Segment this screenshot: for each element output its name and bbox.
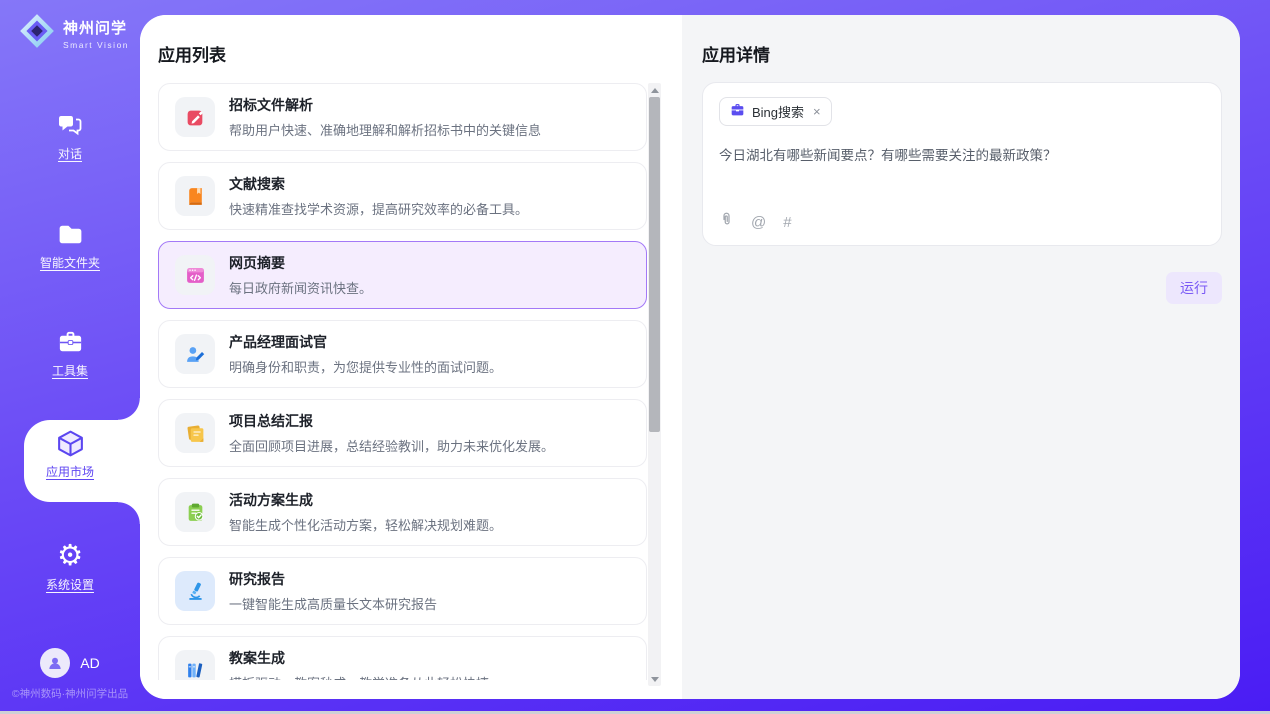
app-list-item-research-report[interactable]: 研究报告 一键智能生成高质量长文本研究报告: [158, 557, 647, 625]
edit-document-icon: [175, 97, 215, 137]
app-name: 活动方案生成: [229, 490, 502, 510]
app-list-item-web-summary[interactable]: 网页摘要 每日政府新闻资讯快查。: [158, 241, 647, 309]
app-desc: 全面回顾项目进展，总结经验教训，助力未来优化发展。: [229, 436, 554, 455]
sidebar-item-app-market[interactable]: 应用市场: [0, 428, 140, 480]
prompt-card: Bing搜索 × 今日湖北有哪些新闻要点？有哪些需要关注的最新政策？ @ #: [702, 82, 1222, 246]
app-desc: 快速精准查找学术资源，提高研究效率的必备工具。: [229, 199, 528, 218]
brand-name: 神州问学: [63, 17, 129, 38]
web-code-icon: [175, 255, 215, 295]
briefcase-icon: [730, 102, 745, 122]
folder-icon: [0, 219, 140, 249]
app-list-item-pm-interviewer[interactable]: 产品经理面试官 明确身份和职责，为您提供专业性的面试问题。: [158, 320, 647, 388]
user-avatar-icon: [40, 648, 70, 678]
app-list-item-activity-plan[interactable]: 活动方案生成 智能生成个性化活动方案，轻松解决规划难题。: [158, 478, 647, 546]
sidebar-item-label: 系统设置: [0, 576, 140, 593]
scroll-down-arrow[interactable]: [648, 672, 661, 686]
sidebar-item-label: 工具集: [0, 362, 140, 379]
app-list-item-bid-analysis[interactable]: 招标文件解析 帮助用户快速、准确地理解和解析招标书中的关键信息: [158, 83, 647, 151]
chat-icon: [0, 110, 140, 140]
sidebar-item-settings[interactable]: ⚙ 系统设置: [0, 541, 140, 593]
copyright-text: ©神州数码·神州问学出品: [0, 686, 140, 701]
app-name: 项目总结汇报: [229, 411, 554, 431]
toolbox-icon: [0, 327, 140, 357]
cube-icon: [0, 428, 140, 458]
paperclip-icon[interactable]: [719, 211, 734, 233]
mention-icon[interactable]: @: [751, 214, 766, 231]
user-account-button[interactable]: AD: [0, 648, 140, 678]
app-desc: 每日政府新闻资讯快查。: [229, 278, 372, 297]
interviewer-icon: [175, 334, 215, 374]
app-desc: 模板驱动，教案秒成，教学准备从此轻松快捷: [229, 673, 489, 680]
app-list-item-lesson-plan[interactable]: 教案生成 模板驱动，教案秒成，教学准备从此轻松快捷: [158, 636, 647, 680]
scrollbar-thumb[interactable]: [649, 97, 660, 432]
app-desc: 帮助用户快速、准确地理解和解析招标书中的关键信息: [229, 120, 541, 139]
sidebar: 神州问学 Smart Vision 对话 智能文件夹: [0, 0, 140, 714]
sidebar-item-label: 智能文件夹: [0, 254, 140, 271]
brand-subtitle: Smart Vision: [63, 40, 129, 50]
user-name: AD: [80, 655, 99, 671]
app-desc: 一键智能生成高质量长文本研究报告: [229, 594, 437, 613]
app-list-scrollbar[interactable]: [648, 83, 661, 686]
app-detail-panel: 应用详情 Bing搜索 × 今日湖北有哪些新闻要点？有哪些需要关注的最新政策？: [682, 15, 1240, 699]
sidebar-item-smart-folder[interactable]: 智能文件夹: [0, 219, 140, 271]
sticky-notes-icon: [175, 413, 215, 453]
brand-logo: 神州问学 Smart Vision: [18, 12, 129, 55]
sidebar-item-chat[interactable]: 对话: [0, 110, 140, 162]
chip-close-icon[interactable]: ×: [813, 104, 821, 119]
app-desc: 智能生成个性化活动方案，轻松解决规划难题。: [229, 515, 502, 534]
app-list-item-literature-search[interactable]: 文献搜索 快速精准查找学术资源，提高研究效率的必备工具。: [158, 162, 647, 230]
gear-icon: ⚙: [0, 541, 140, 571]
tool-chip-label: Bing搜索: [752, 102, 804, 121]
app-list-title: 应用列表: [158, 41, 226, 66]
sidebar-item-label: 对话: [0, 145, 140, 162]
app-name: 产品经理面试官: [229, 332, 502, 352]
clipboard-check-icon: [175, 492, 215, 532]
run-button[interactable]: 运行: [1166, 272, 1222, 304]
scroll-up-arrow[interactable]: [648, 83, 661, 97]
prompt-input[interactable]: 今日湖北有哪些新闻要点？有哪些需要关注的最新政策？: [719, 146, 1205, 166]
app-desc: 明确身份和职责，为您提供专业性的面试问题。: [229, 357, 502, 376]
active-nav-fillet-bottom: [118, 502, 140, 524]
app-name: 招标文件解析: [229, 95, 541, 115]
hashtag-icon[interactable]: #: [783, 214, 791, 231]
main-content: 应用列表 招标文件解析 帮助用户快速、准确地理解和解析招标书中的关键信息: [140, 15, 1240, 699]
app-name: 网页摘要: [229, 253, 372, 273]
app-name: 教案生成: [229, 648, 489, 668]
app-detail-title: 应用详情: [702, 41, 770, 66]
app-list-item-project-summary[interactable]: 项目总结汇报 全面回顾项目进展，总结经验教训，助力未来优化发展。: [158, 399, 647, 467]
active-nav-fillet-top: [118, 398, 140, 420]
sidebar-item-label: 应用市场: [0, 463, 140, 480]
sidebar-item-toolset[interactable]: 工具集: [0, 327, 140, 379]
microscope-icon: [175, 571, 215, 611]
books-icon: [175, 650, 215, 680]
app-name: 文献搜索: [229, 174, 528, 194]
diamond-logo-icon: [18, 12, 56, 55]
tool-chip-bing-search[interactable]: Bing搜索 ×: [719, 97, 832, 126]
app-name: 研究报告: [229, 569, 437, 589]
app-list: 招标文件解析 帮助用户快速、准确地理解和解析招标书中的关键信息 文献搜索 快速精…: [158, 83, 647, 680]
book-icon: [175, 176, 215, 216]
app-list-panel: 应用列表 招标文件解析 帮助用户快速、准确地理解和解析招标书中的关键信息: [140, 15, 682, 699]
